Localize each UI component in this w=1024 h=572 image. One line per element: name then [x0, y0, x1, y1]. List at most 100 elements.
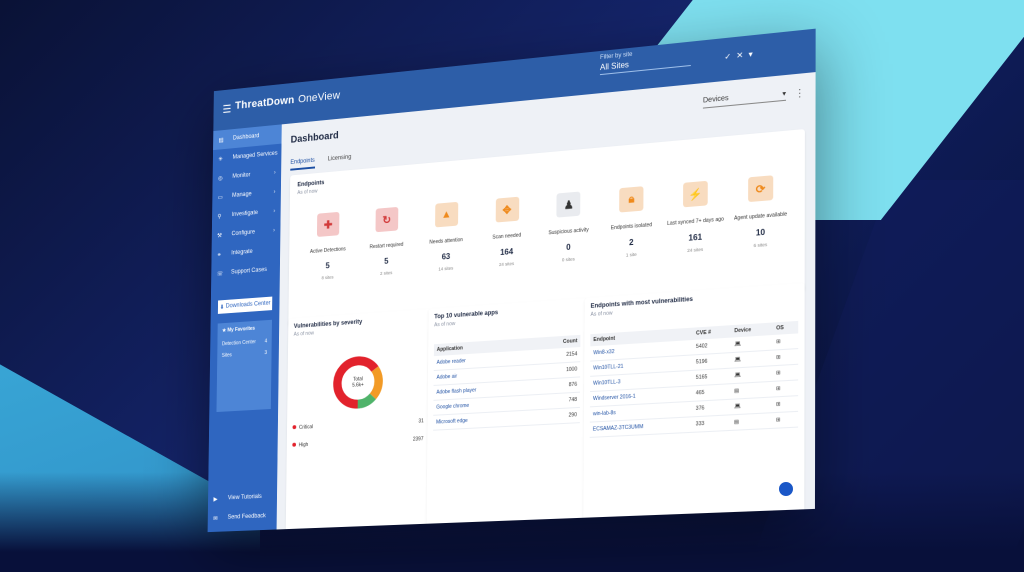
plug-icon: ⚡	[683, 181, 708, 208]
more-options-icon[interactable]: ⋮	[794, 88, 805, 100]
tile-label: Needs attention	[419, 236, 473, 248]
tile-label: Endpoints isolated	[603, 221, 660, 234]
restart-icon: ↻	[375, 207, 398, 232]
menu-icon[interactable]: ☰	[222, 103, 231, 116]
sidebar-item-send-feedback[interactable]: ✉ Send Feedback	[208, 506, 277, 528]
tile-active-detections[interactable]: ✚ Active Detections 5 8 sites	[302, 211, 355, 282]
site-filter[interactable]: Filter by site All Sites ✓ ✕ ▾	[600, 39, 753, 85]
sidebar-item-label: Dashboard	[233, 133, 260, 141]
devices-select[interactable]: Devices ▾	[703, 89, 786, 108]
favorite-count: 3	[264, 350, 267, 356]
severity-label: Critical	[299, 424, 313, 431]
tile-sites: 24 sites	[479, 259, 534, 268]
favorites-panel: ★ My Favorites Detection Center 4 Sites 3	[216, 320, 271, 412]
tile-scan-needed[interactable]: ✥ Scan needed 164 24 sites	[479, 195, 534, 268]
monitor-icon: ▭	[218, 193, 227, 200]
chevron-right-icon: ›	[274, 170, 276, 176]
tile-count: 161	[667, 231, 725, 245]
close-icon[interactable]: ✕	[736, 50, 743, 60]
tile-sites: 6 sites	[731, 240, 790, 250]
tile-count: 164	[479, 245, 534, 258]
medkit-icon: ✚	[317, 212, 339, 237]
tile-count: 5	[302, 259, 354, 272]
tile-agent-update[interactable]: ⟳ Agent update available 10 6 sites	[731, 174, 790, 250]
caret-down-icon: ▾	[782, 89, 786, 98]
brand-name: ThreatDown	[235, 94, 294, 112]
tile-endpoints-isolated[interactable]: 🔒︎ Endpoints isolated 2 1 site	[603, 185, 660, 260]
check-icon[interactable]: ✓	[724, 52, 731, 62]
severity-value: 31	[418, 418, 423, 424]
windows-icon: ⊞	[773, 349, 798, 366]
vulnerabilities-card: Vulnerabilities by severity As of now To…	[286, 309, 431, 532]
sidebar-item-label: Send Feedback	[228, 513, 266, 520]
severity-row[interactable]: High 2397	[292, 436, 423, 449]
brand-logo: ThreatDown OneView	[235, 90, 340, 112]
sidebar-item-support-cases[interactable]: ☏ Support Cases	[211, 259, 280, 283]
sidebar-item-label: View Tutorials	[228, 494, 262, 501]
chevron-right-icon: ›	[273, 228, 275, 234]
sidebar-item-label: Managed Services	[233, 151, 278, 161]
tile-sites: 0 sites	[541, 255, 597, 264]
favorite-count: 4	[265, 338, 268, 344]
downloads-center-label: Downloads Center	[226, 301, 271, 310]
sidebar-item-label: Integrate	[231, 249, 252, 256]
tab-endpoints[interactable]: Endpoints	[290, 158, 315, 171]
severity-label: High	[299, 442, 309, 448]
windows-icon: ⊞	[773, 364, 798, 381]
donut-center-value: 5.6k+	[352, 382, 364, 389]
tile-restart-required[interactable]: ↻ Restart required 5 2 sites	[360, 206, 413, 278]
windows-icon: ⊞	[773, 396, 798, 413]
tile-label: Active Detections	[302, 246, 354, 258]
endpoints-vulnerabilities-card: Endpoints with most vulnerabilities As o…	[583, 283, 804, 524]
tile-count: 10	[731, 226, 790, 240]
services-icon: ✳	[218, 155, 227, 163]
windows-icon: ⊞	[773, 411, 798, 428]
app-count: 290	[535, 407, 580, 425]
tile-suspicious-activity[interactable]: ♟ Suspicious activity 0 0 sites	[541, 190, 597, 264]
windows-icon: ⊞	[773, 380, 798, 397]
severity-value: 2397	[413, 436, 424, 443]
search-icon: ⚲	[217, 212, 226, 219]
cve-count: 333	[693, 415, 731, 432]
favorite-item[interactable]: Sites 3	[222, 350, 267, 359]
tutorial-icon: ▶	[213, 495, 222, 502]
tile-label: Agent update available	[731, 211, 790, 224]
top-apps-card: Top 10 vulnerable apps As of now Applica…	[426, 298, 586, 530]
app-window: ☰ ThreatDown OneView Filter by site All S…	[208, 29, 816, 532]
feedback-icon: ✉	[213, 515, 222, 522]
wrench-icon: ⚒	[217, 231, 226, 238]
tab-bar: Endpoints Licensing	[290, 154, 351, 170]
severity-row[interactable]: Critical 31	[292, 418, 423, 431]
tile-sites: 14 sites	[419, 264, 473, 273]
server-icon: ▤	[731, 413, 773, 431]
warning-icon: ▲	[435, 202, 458, 228]
support-icon: ☏	[217, 270, 226, 277]
favorite-label: Detection Center	[222, 339, 256, 347]
sidebar-item-label: Monitor	[232, 172, 250, 179]
tile-sites: 24 sites	[667, 245, 725, 254]
tile-sites: 8 sites	[302, 273, 354, 282]
sidebar-item-label: Investigate	[232, 210, 258, 218]
tile-needs-attention[interactable]: ▲ Needs attention 63 14 sites	[419, 201, 473, 274]
favorite-item[interactable]: Detection Center 4	[222, 338, 267, 347]
devices-select-value: Devices	[703, 95, 729, 105]
sidebar: ▤ Dashboard ✳ Managed Services ◎ Monitor › ▭…	[208, 124, 282, 532]
sidebar-item-label: Manage	[232, 191, 252, 198]
tile-last-synced[interactable]: ⚡ Last synced 7+ days ago 161 24 sites	[667, 179, 725, 254]
dashboard-icon: ▤	[218, 136, 227, 144]
tab-licensing[interactable]: Licensing	[328, 154, 352, 167]
help-chat-button[interactable]	[776, 479, 796, 499]
lock-icon: 🔒︎	[619, 186, 643, 212]
favorite-label: Sites	[222, 352, 232, 358]
favorites-title: My Favorites	[227, 326, 255, 334]
tile-label: Suspicious activity	[541, 226, 597, 238]
tile-label: Restart required	[360, 241, 413, 253]
tile-count: 2	[603, 236, 660, 249]
chevron-down-icon[interactable]: ▾	[748, 50, 752, 60]
update-icon: ⟳	[748, 175, 773, 202]
tile-sites: 2 sites	[360, 269, 413, 278]
tile-count: 0	[541, 241, 597, 254]
tile-count: 63	[419, 250, 473, 263]
high-dot	[292, 443, 296, 447]
downloads-center-button[interactable]: ⬇ Downloads Center	[218, 297, 272, 314]
